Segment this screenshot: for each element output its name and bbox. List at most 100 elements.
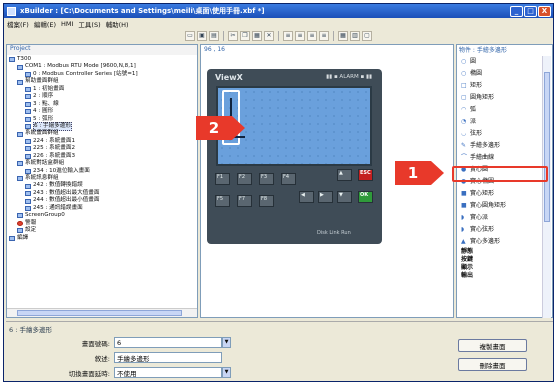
device-key[interactable]: F3 [259, 173, 274, 185]
device-key[interactable]: F2 [237, 173, 252, 185]
tree-item-label: 242 : 數值轉換錯誤 [33, 182, 83, 189]
tree-item[interactable]: ScreenGroup0 [9, 212, 195, 219]
object-group-header[interactable]: 顯示 [458, 264, 543, 272]
minimize-button[interactable]: _ [510, 5, 523, 17]
scroll-thumb[interactable] [17, 310, 182, 316]
tree-item[interactable]: 2 : 順序 [9, 93, 195, 100]
save-icon[interactable]: ▤ [209, 31, 219, 41]
tree-item[interactable]: 4 : 圓形 [9, 108, 195, 115]
scroll-thumb[interactable] [544, 72, 550, 222]
object-tool-item[interactable]: ▲ 實心多邊形 [458, 236, 543, 248]
shape-icon: ▲ [461, 238, 466, 245]
cut-icon[interactable]: ✂ [228, 31, 238, 41]
new-icon[interactable]: ▭ [185, 31, 195, 41]
object-tool-item[interactable]: ○ 橢圓 [458, 68, 543, 80]
chevron-down-icon[interactable]: ▼ [222, 337, 231, 348]
tree-item[interactable]: 設定 [9, 227, 195, 234]
object-tool-item[interactable]: ■ 實心矩形 [458, 188, 543, 200]
object-tool-item[interactable]: ■ 實心圓角矩形 [458, 200, 543, 212]
folder-icon [25, 86, 31, 92]
tree-item[interactable]: 警報 [9, 220, 195, 227]
device-key[interactable]: F5 [215, 195, 230, 207]
tree-item[interactable]: 編譯 [9, 235, 195, 242]
object-tool-item[interactable]: ◡ 弦形 [458, 128, 543, 140]
object-group-header[interactable]: 按鍵 [458, 256, 543, 264]
align-icon[interactable]: ≡ [319, 31, 329, 41]
tree-item[interactable]: T300 [9, 56, 195, 63]
tree-item[interactable]: 幫助畫面群組 [9, 78, 195, 85]
window-title: xBuilder : [C:\Documents and Settings\me… [20, 7, 265, 15]
shape-icon: ○ [461, 58, 467, 65]
device-key[interactable]: F8 [259, 195, 274, 207]
vertical-scrollbar[interactable] [542, 56, 551, 318]
object-tool-label: 弧 [470, 106, 477, 113]
menu-edit[interactable]: 編輯(E) [34, 19, 56, 29]
layout-icon[interactable]: ▥ [350, 31, 360, 41]
menu-help[interactable]: 輔助(H) [106, 19, 129, 29]
object-group-header[interactable]: 輸出 [458, 272, 543, 280]
object-tool-item[interactable]: ▢ 圓角矩形 [458, 92, 543, 104]
menu-bar: 檔案(F) 編輯(E) HMI 工具(S) 輔助(H) [4, 18, 553, 29]
shape-icon: ◗ [461, 226, 465, 233]
panel-icon[interactable]: ▢ [362, 31, 372, 41]
object-tool-item[interactable]: ⌒ 手繪曲線 [458, 152, 543, 164]
properties-title: 6 : 手繪多邊形 [9, 326, 52, 334]
tree-item[interactable]: COM1 : Modbus RTU Mode [9600,N,8,1] [9, 63, 195, 70]
tree-item-label: 系統畫面群組 [25, 130, 59, 137]
screen-id-field[interactable] [114, 337, 222, 348]
align-icon[interactable]: ≡ [295, 31, 305, 41]
object-tool-item[interactable]: ◗ 實心派 [458, 212, 543, 224]
tree-item[interactable]: 3 : 點、線 [9, 101, 195, 108]
copy-icon[interactable]: ❐ [240, 31, 250, 41]
device-key[interactable]: F7 [237, 195, 252, 207]
align-icon[interactable]: ≡ [283, 31, 293, 41]
object-tool-item[interactable]: ◠ 弧 [458, 104, 543, 116]
tree-item[interactable]: 242 : 數值轉換錯誤 [9, 182, 195, 189]
tree-item[interactable]: 系統畫面群組 [9, 130, 195, 137]
device-key[interactable]: ◀ [299, 191, 314, 203]
device-key[interactable]: ESC [358, 169, 373, 181]
paste-icon[interactable]: ▦ [252, 31, 262, 41]
maximize-button[interactable]: □ [524, 5, 537, 17]
grid-icon[interactable]: ▦ [338, 31, 348, 41]
folder-icon [25, 116, 31, 122]
menu-file[interactable]: 檔案(F) [7, 19, 29, 29]
object-group-header[interactable]: 靜態 [458, 248, 543, 256]
tree-item[interactable]: 245 : 通訊錯誤畫面 [9, 205, 195, 212]
menu-hmi[interactable]: HMI [61, 20, 73, 28]
device-key[interactable]: ▼ [337, 191, 352, 203]
chevron-down-icon[interactable]: ▼ [222, 367, 231, 378]
device-key[interactable]: ▶ [318, 191, 333, 203]
tree-item[interactable]: 226 : 系統畫面3 [9, 153, 195, 160]
menu-tools[interactable]: 工具(S) [78, 19, 100, 29]
device-key[interactable]: OK [358, 191, 373, 203]
tree-item[interactable]: 系統對話盒群組 [9, 160, 195, 167]
close-button[interactable]: X [538, 5, 551, 17]
copy-screen-button[interactable]: 複製畫面 [458, 339, 527, 352]
object-tool-item[interactable]: ✎ 手繪多邊形 [458, 140, 543, 152]
tree-item[interactable]: 244 : 數值超出最小值畫面 [9, 197, 195, 204]
tree-item[interactable]: 234 : 10進位輸入畫面 [9, 168, 195, 175]
switch-delay-select[interactable] [114, 367, 222, 378]
device-key[interactable]: ▲ [337, 169, 352, 181]
align-icon[interactable]: ≡ [307, 31, 317, 41]
device-key[interactable]: F1 [215, 173, 230, 185]
screen-id-label: 畫面號碼: [81, 339, 110, 348]
tree-item-label: 設定 [25, 227, 37, 234]
open-icon[interactable]: ▣ [197, 31, 207, 41]
folder-icon [25, 168, 31, 174]
description-field[interactable] [114, 352, 222, 363]
object-tool-item[interactable]: □ 矩形 [458, 80, 543, 92]
object-tool-item[interactable]: ◔ 派 [458, 116, 543, 128]
delete-screen-button[interactable]: 刪除畫面 [458, 358, 527, 371]
app-window: xBuilder : [C:\Documents and Settings\me… [3, 3, 554, 382]
shape-icon: ⌒ [461, 154, 468, 161]
toolbar-separator [278, 31, 279, 41]
device-key[interactable]: F4 [281, 173, 296, 185]
object-tool-item[interactable]: ◗ 實心弦形 [458, 224, 543, 236]
horizontal-scrollbar[interactable] [7, 308, 197, 317]
tree-item[interactable]: 225 : 系統畫面2 [9, 145, 195, 152]
folder-icon [25, 124, 31, 130]
delete-icon[interactable]: ✕ [264, 31, 274, 41]
object-tool-item[interactable]: ○ 圓 [458, 56, 543, 68]
